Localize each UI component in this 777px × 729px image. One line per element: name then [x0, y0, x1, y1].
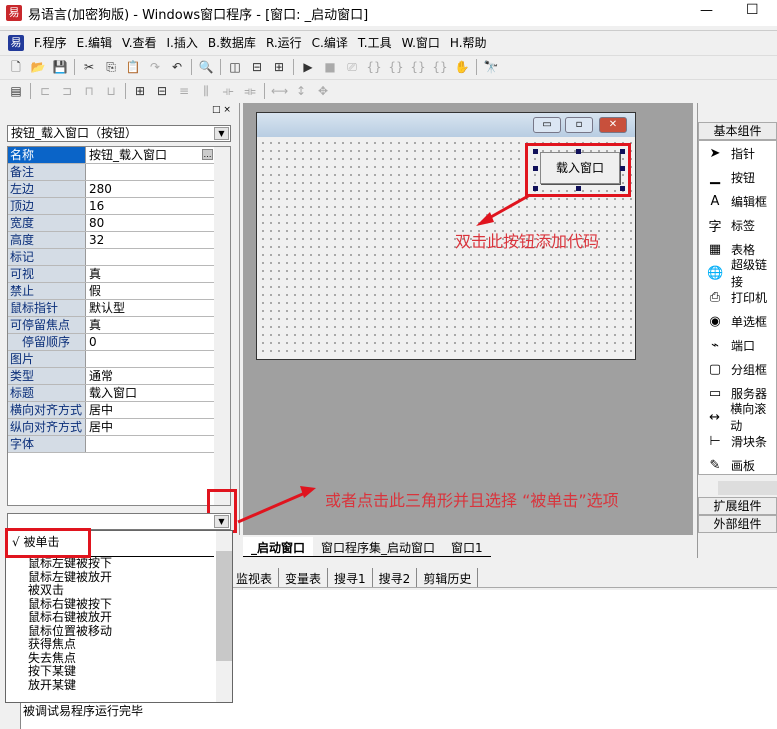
radio-icon: ◉ [709, 313, 721, 329]
event-item[interactable]: 按下某键 [6, 665, 232, 679]
tool-label: 表格 [731, 242, 756, 257]
tool-item[interactable]: ➤ 指针 [699, 141, 776, 165]
tool-item[interactable]: 字标签 [699, 213, 776, 237]
hyperlink-icon: 🌐 [707, 265, 724, 281]
bottom-tab[interactable]: 变量表 [279, 568, 329, 587]
tool-label: 滑块条 [731, 434, 768, 449]
group-basic[interactable]: 基本组件 [698, 122, 777, 140]
tool-label: 端口 [731, 338, 756, 353]
slider-icon: ⊢ [709, 433, 721, 449]
event-item[interactable]: 鼠标左键被按下 [6, 557, 232, 571]
server-icon: ▭ [708, 385, 722, 401]
component-panel: 基本组件 ➤ 指针 ▁ 按钮 A 编辑框字标签 ▦ 表格 🌐 超级链接 ⎙ 打印机 ◉ 单选框 ⌁ 端口 ▢ 分组… [697, 103, 777, 558]
tool-label: 分组框 [731, 362, 768, 377]
tool-label: 超级链接 [731, 258, 768, 289]
button-icon: ▁ [710, 169, 720, 185]
groupbox-icon: ▢ [708, 361, 722, 377]
group-external[interactable]: 外部组件 [698, 515, 777, 533]
event-item[interactable]: 失去焦点 [6, 651, 232, 666]
tool-item[interactable]: ✎ 画板 [699, 453, 776, 474]
group-extended[interactable]: 扩展组件 [698, 497, 777, 515]
tool-label: 编辑框 [731, 194, 768, 209]
event-item[interactable]: 鼠标位置被移动 [6, 624, 232, 639]
bottom-tabs: 监视表 变量表 搜寻1 搜寻2 剪辑历史 [230, 568, 777, 588]
tool-label: 按钮 [731, 170, 756, 185]
event-item[interactable]: 鼠标左键被放开 [6, 570, 232, 585]
tool-label: 服务器 [731, 386, 768, 401]
tool-label: 打印机 [731, 290, 768, 305]
annotation-double-click: 双击此按钮添加代码 [455, 232, 600, 251]
bottom-tab[interactable]: 搜寻1 [328, 568, 373, 587]
tool-item[interactable]: ⊢ 滑块条 [699, 429, 776, 453]
event-list-scrollbar[interactable] [216, 531, 232, 702]
tool-item[interactable]: 🌐 超级链接 [699, 258, 776, 289]
event-item[interactable]: 鼠标右键被按下 [6, 597, 232, 612]
tool-item[interactable]: A 编辑框 [699, 189, 776, 213]
tool-item[interactable]: ⌁ 端口 [699, 333, 776, 357]
tool-label: 横向滚动 [730, 402, 767, 433]
output-text: 被调试易程序运行完毕 [23, 704, 144, 718]
editbox-icon: A [710, 193, 720, 209]
event-item[interactable]: 鼠标右键被放开 [6, 611, 232, 625]
tool-label: 画板 [731, 458, 756, 473]
port-icon: ⌁ [711, 337, 719, 353]
label-icon: 字 [708, 219, 722, 235]
tool-item[interactable]: ▁ 按钮 [699, 165, 776, 189]
tab-item[interactable]: _启动窗口 [243, 537, 314, 557]
event-item[interactable]: 获得焦点 [6, 638, 232, 652]
tool-item[interactable]: ⎙ 打印机 [699, 285, 776, 309]
table-icon: ▦ [708, 241, 722, 257]
annotation-box-selected [5, 528, 91, 558]
tab-item[interactable]: 窗口1 [443, 537, 491, 557]
editor-tabs: _启动窗口 窗口程序集_启动窗口 窗口1 [243, 537, 693, 557]
hscroll-icon: ↔ [709, 409, 721, 425]
tool-label: 标签 [731, 218, 756, 233]
bottom-tab[interactable]: 剪辑历史 [417, 568, 479, 587]
bottom-tab[interactable]: 监视表 [230, 568, 280, 587]
annotation-dropdown-hint: 或者点击此三角形并且选择 “被单击”选项 [325, 491, 619, 510]
canvas-icon: ✎ [709, 457, 721, 473]
bottom-tab[interactable]: 搜寻2 [373, 568, 418, 587]
tool-label: 指针 [731, 146, 756, 161]
tool-item[interactable]: ◉ 单选框 [699, 309, 776, 333]
tool-item[interactable]: ▢ 分组框 [699, 357, 776, 381]
event-item[interactable]: 被双击 [6, 584, 232, 598]
pointer-icon: ➤ [709, 145, 721, 161]
tab-item[interactable]: 窗口程序集_启动窗口 [313, 537, 444, 557]
tool-label: 单选框 [731, 314, 768, 329]
printer-icon: ⎙ [709, 289, 721, 305]
tool-item[interactable]: ↔ 横向滚动 [699, 402, 776, 433]
event-item[interactable]: 放开某键 [6, 678, 232, 693]
